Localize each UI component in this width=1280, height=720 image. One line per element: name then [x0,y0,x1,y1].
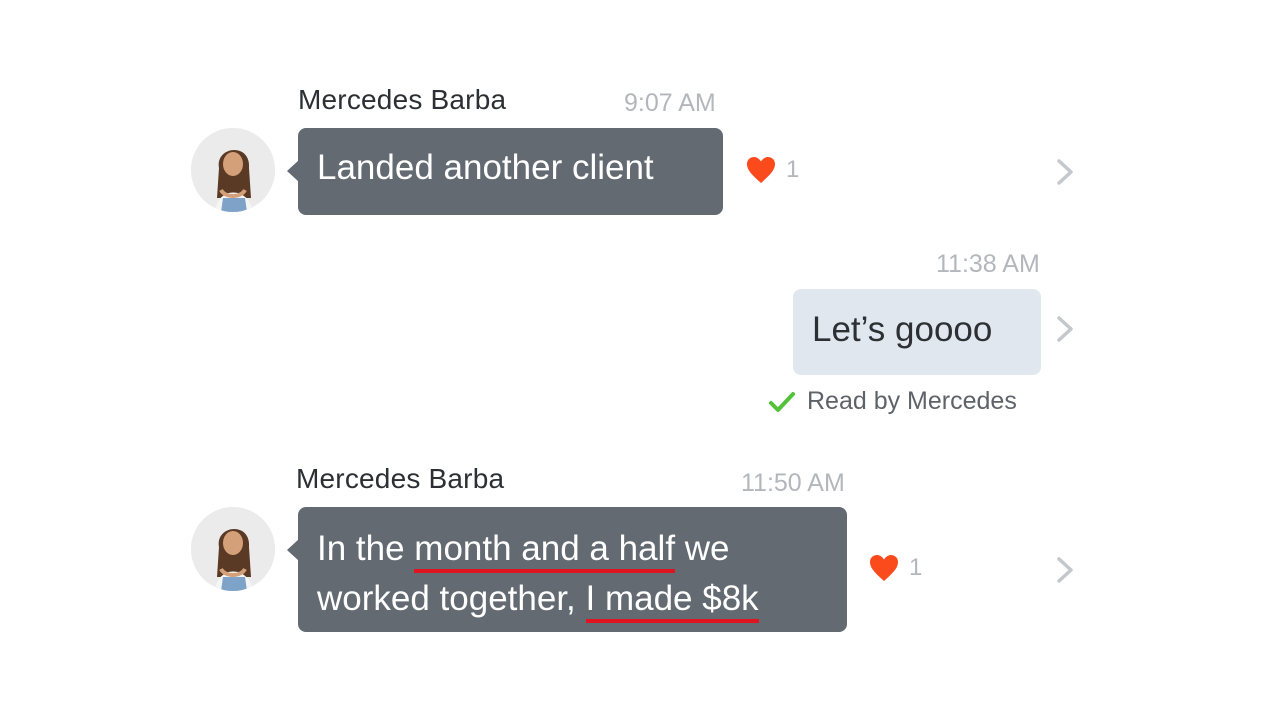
chevron-right-icon [1057,159,1073,185]
message-text-line: worked together, I made $8k [317,574,847,624]
message-text: we [675,529,730,568]
avatar-photo [191,507,275,591]
reaction-count: 1 [909,554,923,581]
message-bubble[interactable]: Let’s goooo [793,289,1041,375]
sender-name: Mercedes Barba [296,463,505,494]
message-text-line: In the month and a half we [317,524,847,574]
checkmark-icon [769,391,795,412]
message-timestamp: 11:38 AM [936,250,1040,278]
read-receipt: Read by Mercedes [769,387,1017,416]
sender-name: Mercedes Barba [298,84,507,115]
chevron-right-icon [1057,316,1073,342]
message-timestamp: 9:07 AM [624,89,716,117]
reaction-count: 1 [786,156,800,183]
avatar-photo [191,128,275,212]
highlighted-text: month and a half [414,529,676,573]
read-status-text: Read by Mercedes [807,387,1017,415]
reaction[interactable]: 1 [746,156,799,184]
highlighted-text: I made $8k [585,579,759,623]
reaction[interactable]: 1 [869,554,922,582]
message-text: In the [317,529,415,568]
avatar[interactable] [191,507,275,591]
message-text: worked together, [317,579,586,618]
message-bubble[interactable]: Landed another client [287,128,723,215]
heart-icon [870,555,898,581]
message-text: Let’s goooo [812,310,993,349]
avatar[interactable] [191,128,275,212]
message-details-button[interactable] [1055,556,1075,584]
message-details-button[interactable] [1055,158,1075,186]
message-details-button[interactable] [1055,315,1075,343]
message-text: Landed another client [317,148,654,187]
message-bubble[interactable]: In the month and a half we worked togeth… [287,507,847,632]
heart-icon [747,157,775,183]
message-timestamp: 11:50 AM [741,469,845,497]
chevron-right-icon [1057,557,1073,583]
